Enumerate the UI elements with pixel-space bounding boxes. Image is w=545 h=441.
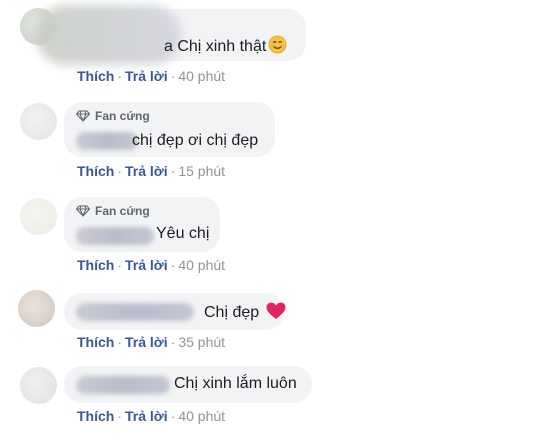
reply-link[interactable]: Trả lời [125, 334, 168, 350]
like-link[interactable]: Thích [77, 408, 114, 424]
like-link[interactable]: Thích [77, 163, 114, 179]
diamond-icon [76, 205, 90, 217]
reply-link[interactable]: Trả lời [125, 257, 168, 273]
separator: · [117, 257, 123, 273]
reply-link[interactable]: Trả lời [125, 163, 168, 179]
comment-text: Chị đẹp [204, 302, 286, 325]
separator: · [170, 163, 176, 179]
comment-text-content: a Chị xinh thật [164, 38, 267, 55]
comment-text-content: Chị đẹp [204, 304, 260, 321]
reply-link[interactable]: Trả lời [125, 68, 168, 84]
red-heart-icon [266, 302, 286, 325]
smiling-face-icon [268, 35, 287, 59]
separator: · [170, 334, 176, 350]
timestamp[interactable]: 40 phút [178, 257, 225, 273]
separator: · [117, 334, 123, 350]
avatar[interactable] [18, 290, 55, 327]
like-link[interactable]: Thích [77, 257, 114, 273]
comment-bubble: a Chị xinh thật [36, 5, 306, 65]
timestamp[interactable]: 40 phút [178, 68, 225, 84]
comment-bubble: Chị đẹp [64, 293, 286, 330]
author-name[interactable] [76, 132, 138, 150]
comment-actions: Thích · Trả lời · 15 phút [77, 163, 225, 179]
avatar[interactable] [20, 367, 57, 404]
separator: · [117, 163, 123, 179]
comment-bubble: Fan cứng Yêu chị [64, 197, 220, 252]
comment-text: Yêu chị [156, 225, 210, 242]
comment-text: a Chị xinh thật [164, 35, 287, 59]
separator: · [170, 68, 176, 84]
like-link[interactable]: Thích [77, 334, 114, 350]
timestamp[interactable]: 15 phút [178, 163, 225, 179]
separator: · [170, 408, 176, 424]
fan-badge: Fan cứng [76, 109, 150, 123]
comment-bubble: Fan cứng chị đẹp ơi chị đẹp [64, 102, 275, 157]
like-link[interactable]: Thích [77, 68, 114, 84]
author-name[interactable] [36, 5, 181, 65]
comment-actions: Thích · Trả lời · 40 phút [77, 68, 225, 84]
avatar[interactable] [20, 103, 57, 140]
reply-link[interactable]: Trả lời [125, 408, 168, 424]
comment-bubble: Chị xinh lắm luôn [64, 366, 312, 403]
separator: · [170, 257, 176, 273]
separator: · [117, 68, 123, 84]
author-name[interactable] [76, 303, 194, 321]
author-name[interactable] [76, 227, 154, 245]
comment-text: chị đẹp ơi chị đẹp [132, 132, 259, 149]
badge-label: Fan cứng [95, 204, 150, 218]
timestamp[interactable]: 40 phút [178, 408, 225, 424]
comment-actions: Thích · Trả lời · 40 phút [77, 408, 225, 424]
comment-actions: Thích · Trả lời · 40 phút [77, 257, 225, 273]
badge-label: Fan cứng [95, 109, 150, 123]
separator: · [117, 408, 123, 424]
diamond-icon [76, 110, 90, 122]
fan-badge: Fan cứng [76, 204, 150, 218]
comment-text: Chị xinh lắm luôn [174, 375, 297, 392]
timestamp[interactable]: 35 phút [178, 334, 225, 350]
author-name[interactable] [76, 376, 170, 394]
avatar[interactable] [20, 198, 57, 235]
comment-actions: Thích · Trả lời · 35 phút [77, 334, 225, 350]
